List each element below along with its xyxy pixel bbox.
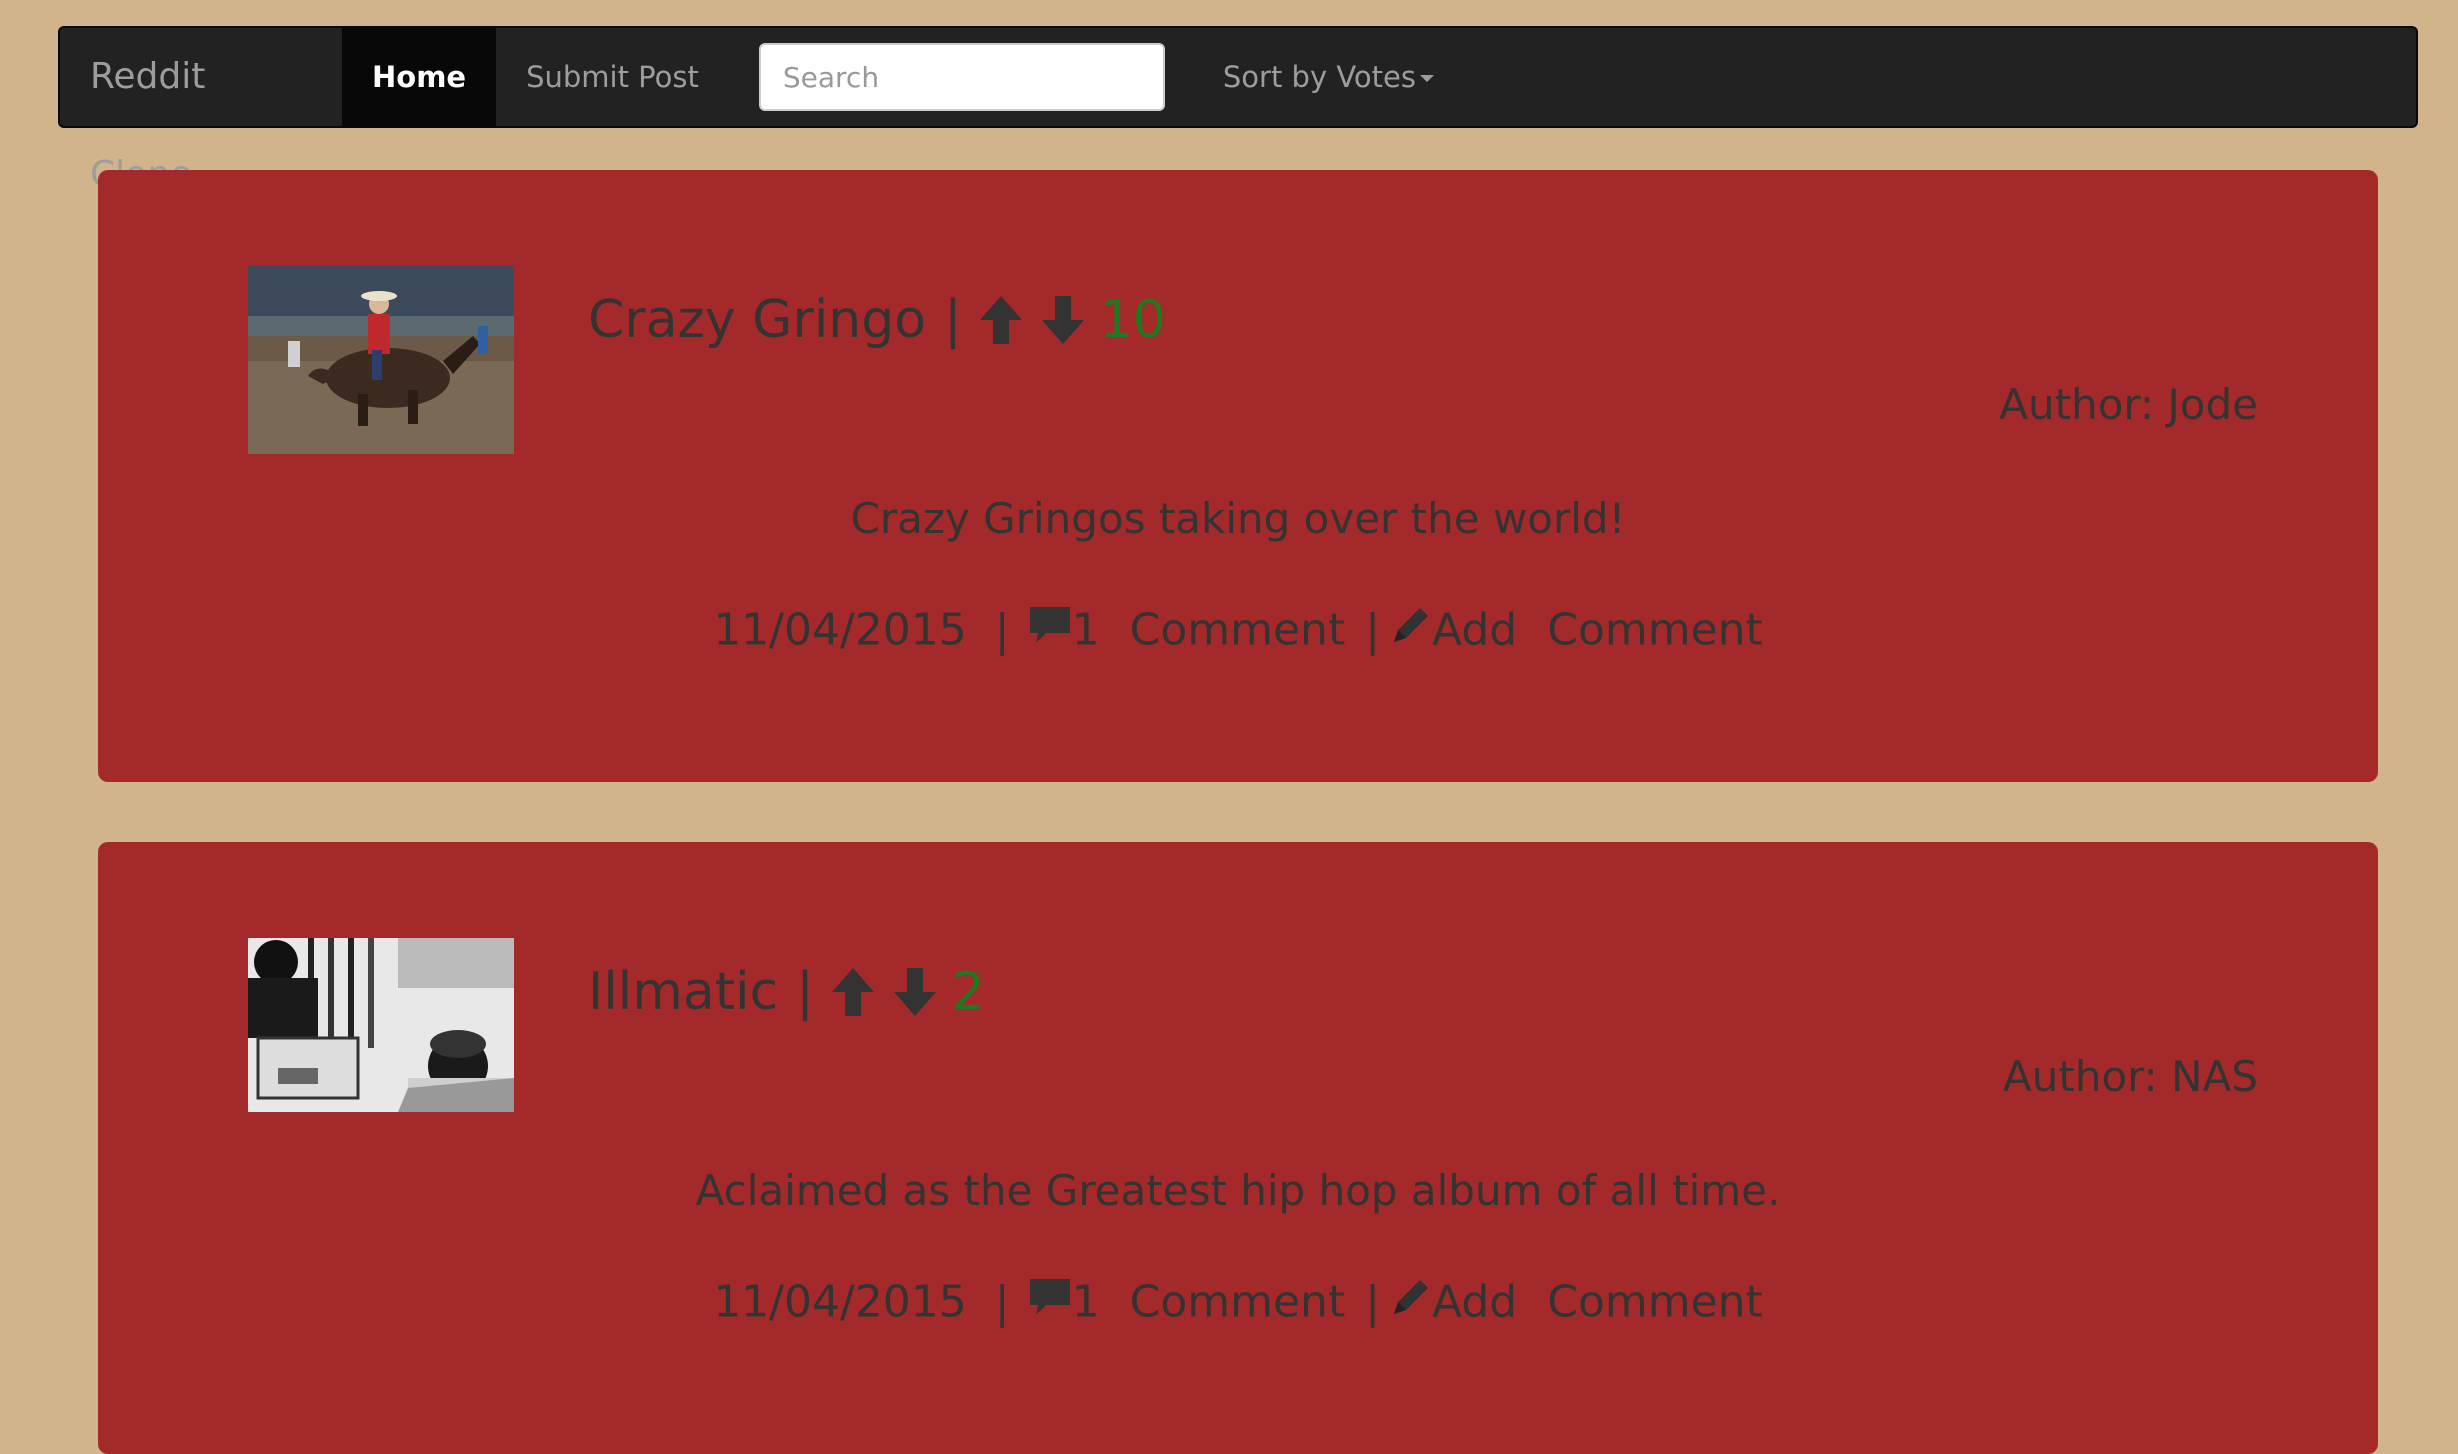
search-form bbox=[729, 28, 1195, 126]
add-comment-link-word[interactable]: Comment bbox=[1547, 1277, 1763, 1328]
post-thumbnail[interactable] bbox=[248, 938, 514, 1112]
downvote-arrow-icon[interactable] bbox=[1040, 294, 1086, 346]
comment-link[interactable]: Comment bbox=[1130, 605, 1346, 656]
add-comment-link[interactable]: Add bbox=[1432, 1277, 1517, 1328]
post-title-row: Crazy Gringo | 10 bbox=[588, 290, 1166, 350]
upvote-arrow-icon[interactable] bbox=[830, 966, 876, 1018]
post-title[interactable]: Crazy Gringo bbox=[588, 290, 926, 350]
comment-count[interactable]: 1 bbox=[1072, 605, 1100, 656]
post-thumbnail[interactable] bbox=[248, 266, 514, 454]
post-date: 11/04/2015 bbox=[713, 1276, 967, 1328]
nav-home[interactable]: Home bbox=[342, 28, 497, 126]
meta-separator: | bbox=[1365, 1276, 1381, 1328]
post-author: Author: NAS bbox=[2003, 1052, 2258, 1101]
post-date: 11/04/2015 bbox=[713, 604, 967, 656]
nav-submit-post[interactable]: Submit Post bbox=[496, 28, 729, 126]
top-navbar: Reddit Clone Home Submit Post Sort by Vo… bbox=[58, 26, 2418, 195]
meta-separator: | bbox=[994, 1276, 1010, 1328]
title-separator: | bbox=[796, 962, 814, 1022]
add-comment-link[interactable]: Add bbox=[1432, 605, 1517, 656]
meta-separator: | bbox=[1365, 604, 1381, 656]
post-meta: 11/04/2015 | 1 Comment | Add Comment bbox=[98, 1274, 2378, 1329]
post-meta: 11/04/2015 | 1 Comment | Add Comment bbox=[98, 602, 2378, 657]
caret-down-icon bbox=[1419, 75, 1434, 82]
post-card: Crazy Gringo | 10 Author: Jode Crazy Gri… bbox=[98, 170, 2378, 782]
downvote-arrow-icon[interactable] bbox=[892, 966, 938, 1018]
comment-icon[interactable] bbox=[1028, 1277, 1072, 1328]
bw-studio-photo-icon bbox=[248, 938, 514, 1112]
pencil-icon[interactable] bbox=[1390, 1276, 1432, 1329]
sort-dropdown[interactable]: Sort by Votes bbox=[1195, 28, 1464, 126]
comment-link[interactable]: Comment bbox=[1130, 1277, 1346, 1328]
comment-icon[interactable] bbox=[1028, 605, 1072, 656]
bull-rider-photo-icon bbox=[248, 266, 514, 454]
pencil-icon[interactable] bbox=[1390, 604, 1432, 657]
post-card: Illmatic | 2 Author: NAS Aclaimed as the… bbox=[98, 842, 2378, 1454]
vote-count: 10 bbox=[1099, 290, 1166, 350]
brand-link[interactable]: Reddit Clone bbox=[60, 28, 342, 195]
comment-count[interactable]: 1 bbox=[1072, 1277, 1100, 1328]
meta-separator: | bbox=[994, 604, 1010, 656]
post-body: Crazy Gringos taking over the world! bbox=[850, 494, 1626, 543]
sort-dropdown-label: Sort by Votes bbox=[1222, 60, 1416, 94]
post-title-row: Illmatic | 2 bbox=[588, 962, 985, 1022]
post-title[interactable]: Illmatic bbox=[588, 962, 778, 1022]
post-body: Aclaimed as the Greatest hip hop album o… bbox=[695, 1166, 1781, 1215]
search-input[interactable] bbox=[758, 43, 1165, 111]
add-comment-link-word[interactable]: Comment bbox=[1547, 605, 1763, 656]
upvote-arrow-icon[interactable] bbox=[978, 294, 1024, 346]
title-separator: | bbox=[944, 290, 962, 350]
vote-count: 2 bbox=[951, 962, 985, 1022]
post-author: Author: Jode bbox=[1999, 380, 2258, 429]
